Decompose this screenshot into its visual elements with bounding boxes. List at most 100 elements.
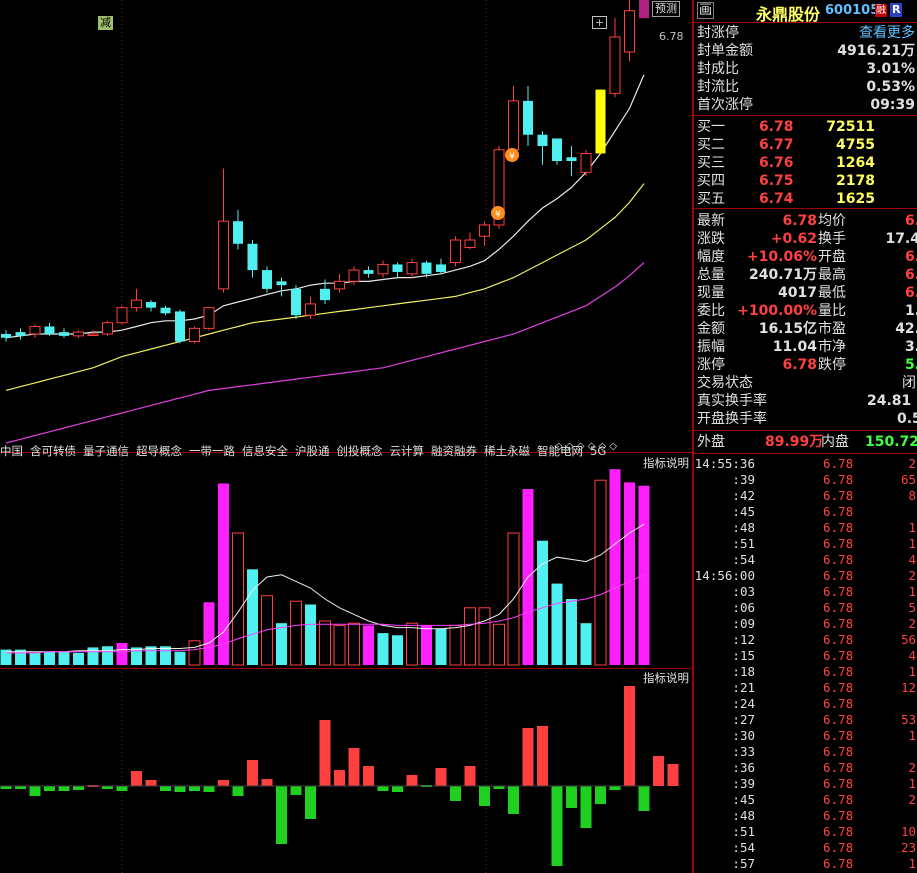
volume-bar bbox=[624, 482, 635, 665]
bid-row[interactable]: 买一 6.78 72511 bbox=[697, 118, 915, 136]
volume-bar bbox=[609, 469, 621, 665]
volume-bar bbox=[261, 595, 273, 666]
tick-volume: 1 bbox=[908, 664, 916, 679]
concept-tag[interactable]: 量子通信 bbox=[83, 444, 129, 458]
candle-body bbox=[102, 322, 113, 335]
seal-row: 封流比 0.53% bbox=[697, 78, 915, 96]
add-indicator-icon[interactable]: + bbox=[592, 16, 608, 29]
tick-price: 6.78 bbox=[823, 744, 854, 759]
stat-row: 委比 +100.00%量比 1. bbox=[697, 302, 917, 320]
inner-value: 150.72 bbox=[865, 434, 917, 450]
bid-row[interactable]: 买三 6.76 1264 bbox=[697, 154, 915, 172]
volume-bar bbox=[290, 600, 302, 666]
candle-body bbox=[348, 269, 360, 282]
tick-volume: 10 bbox=[900, 824, 916, 839]
tick-price: 6.78 bbox=[823, 632, 854, 647]
stat-row: 金额 16.15亿市盈 42. bbox=[697, 320, 917, 338]
stat-value: +100.00% bbox=[737, 303, 817, 319]
macd-bar bbox=[624, 686, 635, 786]
trade-status-value: 闭 bbox=[902, 375, 916, 391]
volume-bar bbox=[333, 624, 346, 666]
tick-volume: 4 bbox=[908, 648, 916, 663]
seal-value: 3.01% bbox=[866, 61, 915, 77]
macd-bar bbox=[377, 786, 389, 791]
tick-price: 6.78 bbox=[823, 472, 854, 487]
tick-row: :51 6.78 10 bbox=[694, 824, 917, 840]
seal-label: 封成比 bbox=[697, 61, 739, 77]
candle-body bbox=[233, 221, 243, 244]
candle-body bbox=[59, 332, 69, 336]
macd-bar bbox=[392, 786, 403, 792]
macd-indicator-label[interactable]: 指标说明 bbox=[643, 670, 689, 686]
macd-bar bbox=[276, 786, 287, 844]
divider-volume-macd bbox=[0, 668, 692, 669]
macd-bar bbox=[160, 786, 171, 791]
kline-chart-svg[interactable]: ¥¥ bbox=[0, 0, 692, 873]
tick-volume: 1 bbox=[908, 584, 916, 599]
kline-chart-area[interactable]: ¥ ¥ 减 + 预测 6.78 中国 含可转债 量子通信 超导概念 一带一路 信息安全 沪股通… bbox=[0, 0, 692, 873]
seal-row: 封涨停 查看更多 bbox=[697, 24, 915, 42]
tick-volume: 1 bbox=[908, 520, 916, 535]
tick-volume: 2 bbox=[908, 616, 916, 631]
candle-body bbox=[624, 10, 635, 53]
concept-tag[interactable]: 一带一路 bbox=[189, 444, 235, 458]
concept-tag[interactable]: 稀土永磁 bbox=[484, 444, 530, 458]
candle-body bbox=[580, 153, 592, 173]
macd-bar bbox=[131, 771, 142, 786]
macd-bar bbox=[189, 786, 200, 791]
tick-price: 6.78 bbox=[823, 456, 854, 471]
bid-row[interactable]: 买二 6.77 4755 bbox=[697, 136, 915, 154]
bid-row[interactable]: 买四 6.75 2178 bbox=[697, 172, 915, 190]
bid-price: 6.74 bbox=[759, 191, 794, 207]
stat-label-2: 最低 bbox=[818, 285, 846, 301]
seal-label: 封涨停 bbox=[697, 25, 739, 41]
see-more-link[interactable]: 查看更多 bbox=[859, 24, 915, 42]
concept-tag[interactable]: 创投概念 bbox=[337, 444, 383, 458]
candle-body bbox=[595, 89, 606, 154]
stat-row: 幅度 +10.06%开盘 6. bbox=[697, 248, 917, 266]
stock-menu-icon[interactable]: 画 bbox=[697, 2, 715, 19]
stat-value: +0.62 bbox=[770, 231, 817, 247]
candle-body bbox=[392, 264, 403, 272]
tick-price: 6.78 bbox=[823, 488, 854, 503]
volume-bar bbox=[493, 623, 505, 666]
tick-time: :51 bbox=[732, 824, 755, 839]
tick-time: :36 bbox=[732, 760, 755, 775]
concept-tag[interactable]: 沪股通 bbox=[295, 444, 330, 458]
stat-label-2: 跌停 bbox=[818, 357, 846, 373]
macd-bar bbox=[406, 775, 418, 786]
macd-bar bbox=[44, 786, 55, 791]
reduce-badge[interactable]: 减 bbox=[98, 16, 113, 30]
volume-bar bbox=[638, 485, 650, 665]
tick-row: :06 6.78 5 bbox=[694, 600, 917, 616]
concept-tag[interactable]: 超导概念 bbox=[136, 444, 182, 458]
volume-indicator-label[interactable]: 指标说明 bbox=[643, 455, 689, 471]
macd-bar bbox=[29, 786, 41, 796]
macd-bar bbox=[595, 786, 606, 804]
candle-body bbox=[436, 264, 446, 272]
candle-body bbox=[377, 263, 389, 275]
seal-label: 封单金额 bbox=[697, 43, 753, 59]
forecast-button[interactable]: 预测 bbox=[652, 1, 680, 17]
tick-time: :09 bbox=[732, 616, 755, 631]
concept-tag[interactable]: 含可转债 bbox=[30, 444, 76, 458]
tick-row: 14:56:00 6.78 2 bbox=[694, 568, 917, 584]
concept-tag[interactable]: 融资融券 bbox=[431, 444, 477, 458]
candle-body bbox=[566, 157, 577, 162]
concept-tag[interactable]: 中国 bbox=[0, 444, 23, 458]
concept-tag[interactable]: 信息安全 bbox=[242, 444, 288, 458]
stat-label: 现量 bbox=[697, 285, 725, 301]
tick-volume: 8 bbox=[908, 488, 916, 503]
concept-tag[interactable]: 云计算 bbox=[390, 444, 425, 458]
tick-row: :33 6.78 bbox=[694, 744, 917, 760]
volume-bar bbox=[319, 620, 331, 666]
bid-volume: 1625 bbox=[836, 191, 875, 207]
tick-volume: 5 bbox=[908, 600, 916, 615]
tick-price: 6.78 bbox=[823, 712, 854, 727]
seal-value: 0.53% bbox=[866, 79, 915, 95]
bid-volume: 4755 bbox=[836, 137, 875, 153]
tick-row: :42 6.78 8 bbox=[694, 488, 917, 504]
bid-row[interactable]: 买五 6.74 1625 bbox=[697, 190, 915, 208]
candle-body bbox=[421, 262, 432, 274]
candle-body bbox=[189, 327, 200, 343]
